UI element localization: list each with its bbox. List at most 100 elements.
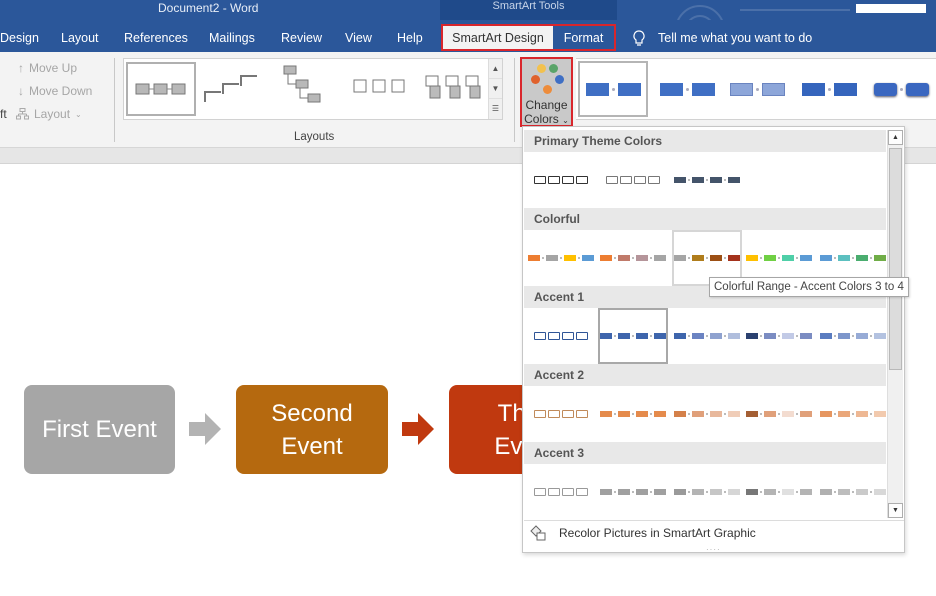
color-swatch[interactable] xyxy=(744,386,814,442)
style-box xyxy=(585,82,609,96)
swatch-connector xyxy=(650,257,652,259)
resize-grip-icon[interactable]: ···· xyxy=(706,545,721,552)
layout-detailed-process[interactable] xyxy=(422,62,492,116)
scroll-down-icon[interactable]: ▼ xyxy=(888,503,903,518)
swatch-box xyxy=(838,255,850,261)
swatch-connector xyxy=(614,491,616,493)
swatch-box xyxy=(746,489,758,495)
swatch-connector xyxy=(796,491,798,493)
style-thumbnail[interactable] xyxy=(652,61,722,117)
tab-smartart-design[interactable]: SmartArt Design xyxy=(443,26,553,49)
lightbulb-icon xyxy=(633,30,645,46)
swatch-box xyxy=(582,255,594,261)
style-thumbnail[interactable] xyxy=(866,61,936,117)
menu-scrollbar[interactable]: ▲ ▼ xyxy=(887,130,903,518)
change-colors-label-1: Change xyxy=(525,98,568,112)
tab-design[interactable]: Design xyxy=(0,20,39,52)
swatch-box xyxy=(618,255,630,261)
swatch-connector xyxy=(852,335,854,337)
layout-descending-process[interactable] xyxy=(274,62,344,116)
color-swatch[interactable] xyxy=(598,464,668,520)
layouts-gallery: ▲ ▼ ☰ xyxy=(123,58,503,120)
gallery-scroll-down-icon[interactable]: ▼ xyxy=(489,79,502,99)
tab-mailings[interactable]: Mailings xyxy=(209,20,255,52)
swatch-box xyxy=(674,255,686,261)
color-swatch[interactable] xyxy=(598,386,668,442)
tell-me-search[interactable]: Tell me what you want to do xyxy=(632,30,812,46)
tab-layout[interactable]: Layout xyxy=(61,20,99,52)
step-up-thumbnail-icon xyxy=(204,75,257,102)
color-swatch[interactable] xyxy=(672,386,742,442)
gallery-more-icon[interactable]: ☰ xyxy=(489,99,502,119)
color-swatch[interactable] xyxy=(526,464,596,520)
layout-button[interactable]: Layout ⌄ xyxy=(16,107,82,121)
swatch-box xyxy=(546,255,558,261)
tab-view[interactable]: View xyxy=(345,20,372,52)
style-thumbnail[interactable] xyxy=(794,61,864,117)
swatch-box xyxy=(728,177,740,183)
tab-review[interactable]: Review xyxy=(281,20,322,52)
swatch-connector xyxy=(796,257,798,259)
swatch-box xyxy=(838,411,850,417)
swatch-box xyxy=(692,177,704,183)
color-swatch[interactable] xyxy=(818,308,888,364)
recolor-pictures-item[interactable]: Recolor Pictures in SmartArt Graphic xyxy=(524,520,904,544)
color-swatch[interactable] xyxy=(598,308,668,364)
color-swatch[interactable] xyxy=(818,464,888,520)
color-swatch[interactable] xyxy=(672,464,742,520)
color-swatch[interactable] xyxy=(744,308,814,364)
swatch-connector xyxy=(870,413,872,415)
color-swatch[interactable] xyxy=(744,464,814,520)
group-separator xyxy=(514,58,515,142)
color-swatch[interactable] xyxy=(526,308,596,364)
color-swatch[interactable] xyxy=(598,152,668,208)
move-up-button[interactable]: ↑ Move Up xyxy=(18,61,77,75)
smartart-node-second-event[interactable]: Second Event xyxy=(236,385,388,474)
color-swatch[interactable] xyxy=(672,308,742,364)
color-swatch[interactable] xyxy=(526,152,596,208)
swatch-box xyxy=(634,176,646,184)
style-dot xyxy=(827,87,831,91)
account-name-redacted[interactable] xyxy=(856,4,926,13)
swatch-connector xyxy=(796,335,798,337)
style-thumbnail[interactable] xyxy=(578,61,648,117)
swatch-box xyxy=(874,411,886,417)
swatch-connector xyxy=(834,413,836,415)
swatch-box xyxy=(618,489,630,495)
tab-format[interactable]: Format xyxy=(553,26,614,49)
swatch-box xyxy=(562,176,574,184)
color-swatch[interactable] xyxy=(598,230,668,286)
color-swatch[interactable] xyxy=(818,386,888,442)
color-swatch[interactable] xyxy=(672,152,742,208)
right-to-left-button-partial[interactable]: ft xyxy=(0,107,7,121)
contextual-tabs-highlight: SmartArt Design Format xyxy=(441,24,616,51)
style-thumbnail[interactable] xyxy=(722,61,792,117)
color-swatch[interactable] xyxy=(526,230,596,286)
swatch-box xyxy=(874,255,886,261)
tab-references[interactable]: References xyxy=(124,20,188,52)
scroll-up-icon[interactable]: ▲ xyxy=(888,130,903,145)
swatch-box xyxy=(674,411,686,417)
swatch-box xyxy=(800,333,812,339)
gallery-scroll-up-icon[interactable]: ▲ xyxy=(489,59,502,79)
swatch-box xyxy=(674,489,686,495)
change-colors-button[interactable]: Change Colors ⌄ xyxy=(520,57,573,127)
chevron-down-icon: ⌄ xyxy=(75,109,82,119)
move-down-button[interactable]: ↓ Move Down xyxy=(18,84,92,98)
style-box xyxy=(905,82,929,96)
swatch-box xyxy=(636,255,648,261)
swatch-connector xyxy=(706,413,708,415)
layout-step-up-process[interactable] xyxy=(200,62,270,116)
tab-help[interactable]: Help xyxy=(397,20,423,52)
style-dot xyxy=(685,87,689,91)
swatch-row xyxy=(524,386,886,442)
move-up-label: Move Up xyxy=(29,61,78,75)
swatch-connector xyxy=(614,257,616,259)
color-swatch[interactable] xyxy=(526,386,596,442)
smartart-node-first-event[interactable]: First Event xyxy=(24,385,175,474)
swatch-row xyxy=(524,308,886,364)
layout-picture-process[interactable] xyxy=(348,62,418,116)
palette-icon xyxy=(527,62,567,98)
layout-basic-process[interactable] xyxy=(126,62,196,116)
scrollbar-thumb[interactable] xyxy=(889,148,902,370)
